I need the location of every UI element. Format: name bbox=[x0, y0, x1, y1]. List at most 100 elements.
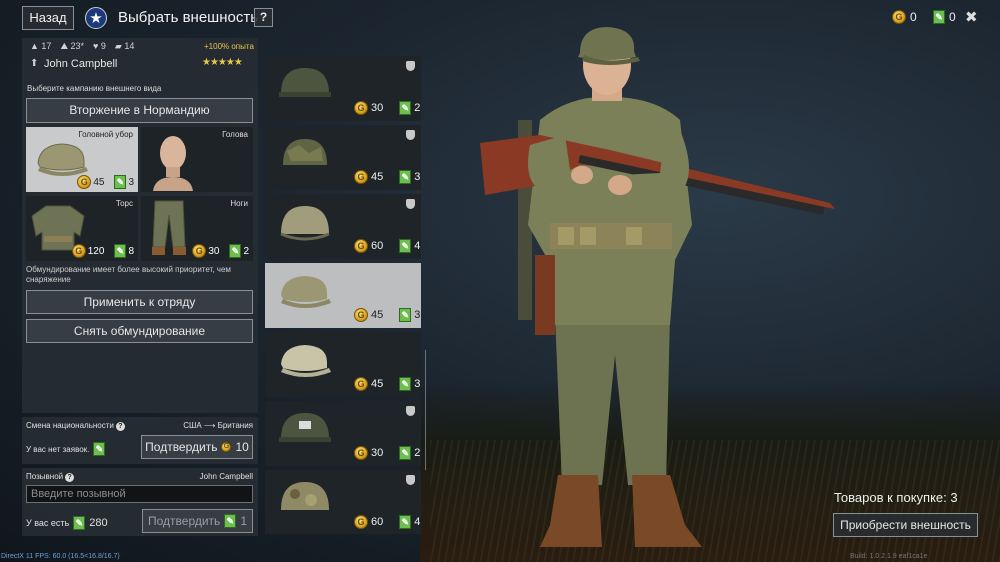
netted-helmet-icon bbox=[280, 206, 330, 241]
scrollbar[interactable] bbox=[425, 350, 426, 470]
gold-coin-icon: G bbox=[71, 244, 86, 258]
current-callsign: John Campbell bbox=[199, 472, 253, 481]
slot-head[interactable]: Голова bbox=[141, 127, 253, 192]
ticket-icon: ✎ bbox=[399, 170, 412, 184]
ticket-icon: ✎ bbox=[229, 244, 242, 258]
ticket-icon: ✎ bbox=[933, 10, 945, 24]
priority-note: Обмундирование имеет более высокий приор… bbox=[26, 265, 231, 284]
ticket-balance-value: 0 bbox=[949, 10, 956, 24]
soldier-row: ⬆ John Campbell ★★★★★ bbox=[30, 57, 252, 73]
list-item-selected[interactable]: G 45 ✎ 3 bbox=[265, 263, 421, 328]
stat-class: ▲ 17 bbox=[30, 41, 52, 51]
build-version: Build: 1.0.2.1.9 eaf1ca1e bbox=[850, 553, 928, 560]
camo-cover-helmet-icon bbox=[281, 482, 329, 510]
callsign-box: Позывной? John Campbell У вас есть ✎ 280… bbox=[22, 468, 258, 536]
slot-legs[interactable]: Ноги G 30 ✎ 2 bbox=[141, 196, 253, 261]
gold-coin-icon: G bbox=[354, 308, 368, 322]
ticket-icon: ✎ bbox=[114, 175, 127, 189]
help-icon[interactable]: ? bbox=[65, 473, 75, 482]
list-item[interactable]: G 45 ✎ 3 bbox=[265, 332, 421, 397]
help-icon[interactable]: ? bbox=[115, 422, 125, 431]
close-icon[interactable]: ✖ bbox=[965, 8, 978, 26]
buy-appearance-button[interactable]: Приобрести внешность bbox=[833, 513, 978, 537]
shield-icon bbox=[406, 475, 415, 485]
stat-ammo: ▰ 14 bbox=[114, 41, 135, 51]
gold-coin-icon: G bbox=[354, 515, 368, 529]
slot-legs-price: G 30 ✎ 2 bbox=[192, 244, 249, 258]
page-title: Выбрать внешность bbox=[118, 9, 259, 26]
appearance-panel: ▲ 17 ⛰ 23* ♥ 9 ▰ 14 +100% опыта ⬆ John C… bbox=[22, 38, 258, 413]
shield-icon bbox=[406, 130, 415, 140]
soldier-stats: ▲ 17 ⛰ 23* ♥ 9 ▰ 14 bbox=[30, 41, 134, 52]
slot-torso-label: Торс bbox=[115, 199, 133, 208]
gold-coin-icon: G bbox=[354, 239, 368, 253]
gold-coin-icon: G bbox=[77, 175, 92, 189]
slot-legs-label: Ноги bbox=[230, 199, 248, 208]
shield-icon bbox=[406, 406, 415, 416]
gold-coin-icon: G bbox=[892, 10, 906, 24]
help-button[interactable]: ? bbox=[254, 8, 273, 27]
callsign-confirm-button[interactable]: Подтвердить ✎ 1 bbox=[142, 509, 253, 533]
cap-icon bbox=[281, 276, 331, 308]
soldier-model bbox=[480, 27, 835, 547]
nationality-title: Смена национальности? bbox=[26, 421, 125, 431]
callsign-input[interactable] bbox=[26, 485, 253, 503]
light-cap-icon bbox=[281, 345, 331, 377]
head-icon bbox=[153, 136, 193, 191]
helmet-icon bbox=[279, 68, 331, 97]
slot-torso-price: G 120 ✎ 8 bbox=[71, 244, 134, 258]
gold-balance-value: 0 bbox=[910, 10, 917, 24]
slot-torso[interactable]: Торс G 120 ✎ 8 bbox=[26, 196, 138, 261]
stat-health: ♥ 9 bbox=[93, 41, 106, 51]
gold-coin-icon: G bbox=[354, 101, 368, 115]
gold-coin-icon: G bbox=[192, 244, 207, 258]
slot-headgear[interactable]: Головной убор G 45 ✎ 3 bbox=[26, 127, 138, 192]
list-item[interactable]: G 60 ✎ 4 bbox=[265, 194, 421, 259]
back-button[interactable]: Назад bbox=[22, 6, 74, 30]
gold-coin-icon: G bbox=[354, 446, 368, 460]
remove-uniform-button[interactable]: Снять обмундирование bbox=[26, 319, 253, 343]
exp-bonus: +100% опыта bbox=[204, 42, 254, 51]
ticket-icon: ✎ bbox=[399, 377, 412, 391]
nationality-confirm-button[interactable]: Подтвердить G 10 bbox=[141, 435, 253, 459]
rank-icon: ⬆ bbox=[30, 58, 39, 69]
ticket-icon: ✎ bbox=[399, 101, 412, 115]
apply-to-squad-button[interactable]: Применить к отряду bbox=[26, 290, 253, 314]
ticket-icon: ✎ bbox=[73, 516, 86, 530]
soldier-name: John Campbell bbox=[44, 58, 118, 70]
ticket-icon: ✎ bbox=[93, 442, 106, 456]
campaign-select-button[interactable]: Вторжение в Нормандию bbox=[26, 98, 253, 123]
camo-helmet-icon bbox=[283, 139, 327, 165]
items-to-buy-count: Товаров к покупке: 3 bbox=[834, 490, 958, 505]
list-item[interactable]: G 60 ✎ 4 bbox=[265, 470, 421, 534]
shield-icon bbox=[406, 61, 415, 71]
ticket-icon: ✎ bbox=[399, 239, 412, 253]
nationality-box: Смена национальности? США ⟶ Британия У в… bbox=[22, 417, 258, 464]
fps-counter: DirectX 11 FPS: 60.0 (16.5<16.8/16.7) bbox=[1, 553, 120, 560]
shield-icon bbox=[406, 199, 415, 209]
callsign-balance: У вас есть ✎ 280 bbox=[26, 516, 108, 530]
ticket-balance: ✎ 0 bbox=[933, 10, 956, 24]
gold-coin-icon: G bbox=[354, 377, 368, 391]
ticket-icon: ✎ bbox=[399, 308, 412, 322]
nationality-change: США ⟶ Британия bbox=[183, 421, 253, 430]
army-star-icon: ★ bbox=[85, 7, 107, 29]
trousers-icon bbox=[152, 200, 186, 255]
list-item[interactable]: G 45 ✎ 3 bbox=[265, 125, 421, 190]
slot-head-label: Голова bbox=[222, 130, 248, 139]
campaign-label: Выберите кампанию внешнего вида bbox=[27, 84, 162, 93]
slot-headgear-label: Головной убор bbox=[78, 130, 133, 139]
stat-level: ⛰ 23* bbox=[60, 41, 85, 51]
ticket-icon: ✎ bbox=[399, 446, 412, 460]
gold-balance: G 0 bbox=[892, 10, 917, 24]
ticket-icon: ✎ bbox=[399, 515, 412, 529]
ticket-icon: ✎ bbox=[224, 514, 237, 528]
list-item[interactable]: G 30 ✎ 2 bbox=[265, 401, 421, 466]
callsign-title: Позывной? bbox=[26, 472, 75, 482]
slot-headgear-price: G 45 ✎ 3 bbox=[77, 175, 134, 189]
item-list[interactable]: G 30 ✎ 2 G 45 ✎ 3 G 60 ✎ 4 G 45 ✎ 3 G 45 ✎ 3 G 30 ✎ 2 G 60 ✎… bbox=[263, 38, 425, 534]
gold-coin-icon: G bbox=[221, 442, 232, 452]
nationality-status: У вас нет заявок. ✎ bbox=[26, 442, 106, 456]
list-item[interactable]: G 30 ✎ 2 bbox=[265, 56, 421, 121]
medic-helmet-icon bbox=[279, 413, 331, 442]
